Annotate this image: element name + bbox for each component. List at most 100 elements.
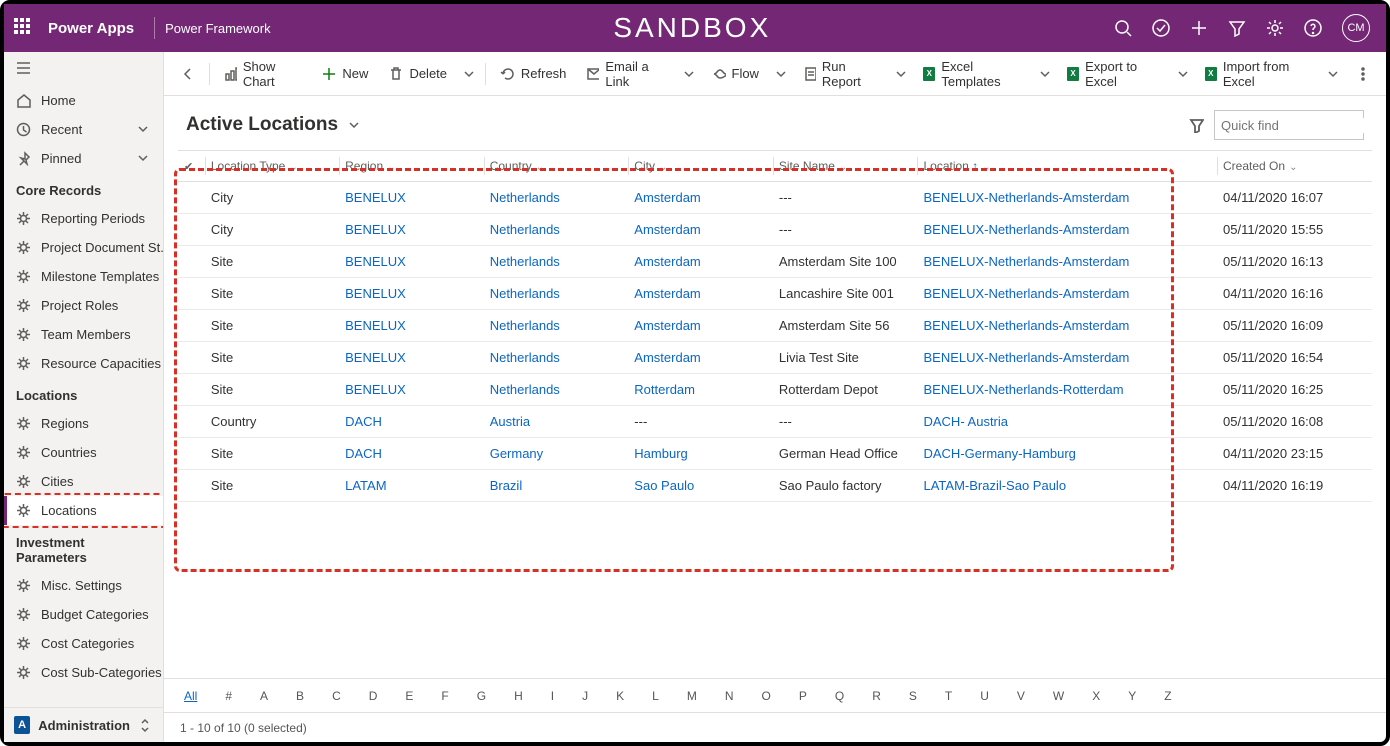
alpha-jump[interactable]: G <box>477 689 486 703</box>
import-excel-button[interactable]: XImport from Excel <box>1197 55 1319 93</box>
nav-item[interactable]: Budget Categories <box>4 600 163 629</box>
excel-templates-button[interactable]: XExcel Templates <box>915 55 1031 93</box>
settings-icon[interactable] <box>1266 19 1284 37</box>
column-header[interactable]: Country⌄ <box>484 151 629 182</box>
alpha-jump[interactable]: All <box>184 689 197 703</box>
cell[interactable]: BENELUX <box>339 246 484 278</box>
cell[interactable]: Amsterdam <box>628 278 773 310</box>
table-row[interactable]: SiteBENELUXNetherlandsRotterdamRotterdam… <box>178 374 1372 406</box>
report-split[interactable] <box>891 64 911 84</box>
cell[interactable]: Amsterdam <box>628 246 773 278</box>
cell[interactable]: BENELUX-Netherlands-Amsterdam <box>917 246 1217 278</box>
alpha-jump[interactable]: W <box>1053 689 1064 703</box>
flow-button[interactable]: Flow <box>703 62 767 85</box>
cell[interactable]: BENELUX <box>339 214 484 246</box>
alpha-jump[interactable]: J <box>582 689 588 703</box>
alpha-jump[interactable]: R <box>872 689 881 703</box>
alpha-jump[interactable]: U <box>980 689 989 703</box>
cell[interactable]: LATAM <box>339 470 484 502</box>
cell[interactable]: BENELUX <box>339 342 484 374</box>
cell[interactable]: Netherlands <box>484 342 629 374</box>
table-row[interactable]: SiteLATAMBrazilSao PauloSao Paulo factor… <box>178 470 1372 502</box>
select-all-header[interactable]: ✔ <box>178 151 205 182</box>
alpha-jump[interactable]: M <box>687 689 697 703</box>
table-row[interactable]: SiteBENELUXNetherlandsAmsterdamAmsterdam… <box>178 246 1372 278</box>
column-header[interactable]: Site Name⌄ <box>773 151 918 182</box>
cell[interactable]: BENELUX <box>339 182 484 214</box>
delete-split[interactable] <box>459 64 479 84</box>
back-button[interactable] <box>172 62 203 85</box>
alpha-jump[interactable]: K <box>616 689 624 703</box>
cell[interactable]: Netherlands <box>484 182 629 214</box>
table-row[interactable]: SiteBENELUXNetherlandsAmsterdamLancashir… <box>178 278 1372 310</box>
nav-item[interactable]: Cost Categories <box>4 629 163 658</box>
column-header[interactable]: Created On⌄ <box>1217 151 1372 182</box>
cell[interactable]: Rotterdam <box>628 374 773 406</box>
nav-item[interactable]: Project Roles <box>4 291 163 320</box>
cell[interactable]: BENELUX-Netherlands-Amsterdam <box>917 278 1217 310</box>
cell[interactable]: Netherlands <box>484 310 629 342</box>
area-switcher[interactable]: A Administration <box>4 707 163 742</box>
alpha-jump[interactable]: T <box>945 689 952 703</box>
cell[interactable]: BENELUX <box>339 278 484 310</box>
cell[interactable]: Sao Paulo <box>628 470 773 502</box>
quick-find-input[interactable] <box>1221 118 1386 133</box>
nav-item[interactable]: Misc. Settings <box>4 571 163 600</box>
assistant-icon[interactable] <box>1152 19 1170 37</box>
alpha-jump[interactable]: L <box>652 689 659 703</box>
nav-item[interactable]: Resource Capacities <box>4 349 163 378</box>
nav-home[interactable]: Home <box>4 86 163 115</box>
cell[interactable]: Amsterdam <box>628 182 773 214</box>
filter-icon[interactable] <box>1189 118 1204 133</box>
add-icon[interactable] <box>1190 19 1208 37</box>
cell[interactable]: BENELUX <box>339 310 484 342</box>
cell[interactable]: Brazil <box>484 470 629 502</box>
nav-item[interactable]: Reporting Periods <box>4 204 163 233</box>
cell[interactable]: Netherlands <box>484 374 629 406</box>
column-header[interactable]: Region⌄ <box>339 151 484 182</box>
alpha-jump[interactable]: S <box>909 689 917 703</box>
excel-templates-split[interactable] <box>1035 64 1055 84</box>
help-icon[interactable] <box>1304 19 1322 37</box>
email-link-button[interactable]: Email a Link <box>578 55 674 93</box>
cell[interactable]: Netherlands <box>484 278 629 310</box>
alpha-jump[interactable]: C <box>332 689 341 703</box>
cell[interactable]: BENELUX-Netherlands-Amsterdam <box>917 182 1217 214</box>
column-header[interactable]: Location ↑⌄ <box>917 151 1217 182</box>
alpha-jump[interactable]: V <box>1017 689 1025 703</box>
table-row[interactable]: SiteBENELUXNetherlandsAmsterdamLivia Tes… <box>178 342 1372 374</box>
table-row[interactable]: CityBENELUXNetherlandsAmsterdam---BENELU… <box>178 214 1372 246</box>
cell[interactable]: BENELUX-Netherlands-Amsterdam <box>917 214 1217 246</box>
sidebar-toggle[interactable] <box>4 52 163 86</box>
table-row[interactable]: CountryDACHAustria------DACH- Austria05/… <box>178 406 1372 438</box>
cell[interactable]: Germany <box>484 438 629 470</box>
show-chart-button[interactable]: Show Chart <box>216 55 310 93</box>
cell[interactable]: BENELUX-Netherlands-Amsterdam <box>917 310 1217 342</box>
filter-icon[interactable] <box>1228 19 1246 37</box>
nav-item[interactable]: Cities <box>4 467 163 496</box>
alpha-jump[interactable]: X <box>1092 689 1100 703</box>
alpha-jump[interactable]: E <box>405 689 413 703</box>
alpha-jump[interactable]: Q <box>835 689 844 703</box>
nav-item[interactable]: Project Document St... <box>4 233 163 262</box>
cell[interactable]: DACH-Germany-Hamburg <box>917 438 1217 470</box>
quick-find[interactable] <box>1214 110 1364 140</box>
alpha-jump[interactable]: H <box>514 689 523 703</box>
cell[interactable]: BENELUX-Netherlands-Rotterdam <box>917 374 1217 406</box>
table-row[interactable]: SiteBENELUXNetherlandsAmsterdamAmsterdam… <box>178 310 1372 342</box>
cell[interactable]: BENELUX <box>339 374 484 406</box>
cell[interactable]: DACH <box>339 438 484 470</box>
column-header[interactable]: City⌄ <box>628 151 773 182</box>
alpha-jump[interactable]: A <box>260 689 268 703</box>
column-header[interactable]: Location Type⌄ <box>205 151 339 182</box>
import-excel-split[interactable] <box>1323 64 1343 84</box>
alpha-jump[interactable]: O <box>762 689 771 703</box>
nav-item[interactable]: Cost Sub-Categories <box>4 658 163 687</box>
alpha-jump[interactable]: D <box>369 689 378 703</box>
chevron-down-icon[interactable] <box>348 119 360 131</box>
overflow-button[interactable] <box>1347 62 1378 85</box>
nav-item[interactable]: Milestone Templates <box>4 262 163 291</box>
alpha-jump[interactable]: I <box>551 689 554 703</box>
run-report-button[interactable]: Run Report <box>795 55 887 93</box>
table-row[interactable]: CityBENELUXNetherlandsAmsterdam---BENELU… <box>178 182 1372 214</box>
